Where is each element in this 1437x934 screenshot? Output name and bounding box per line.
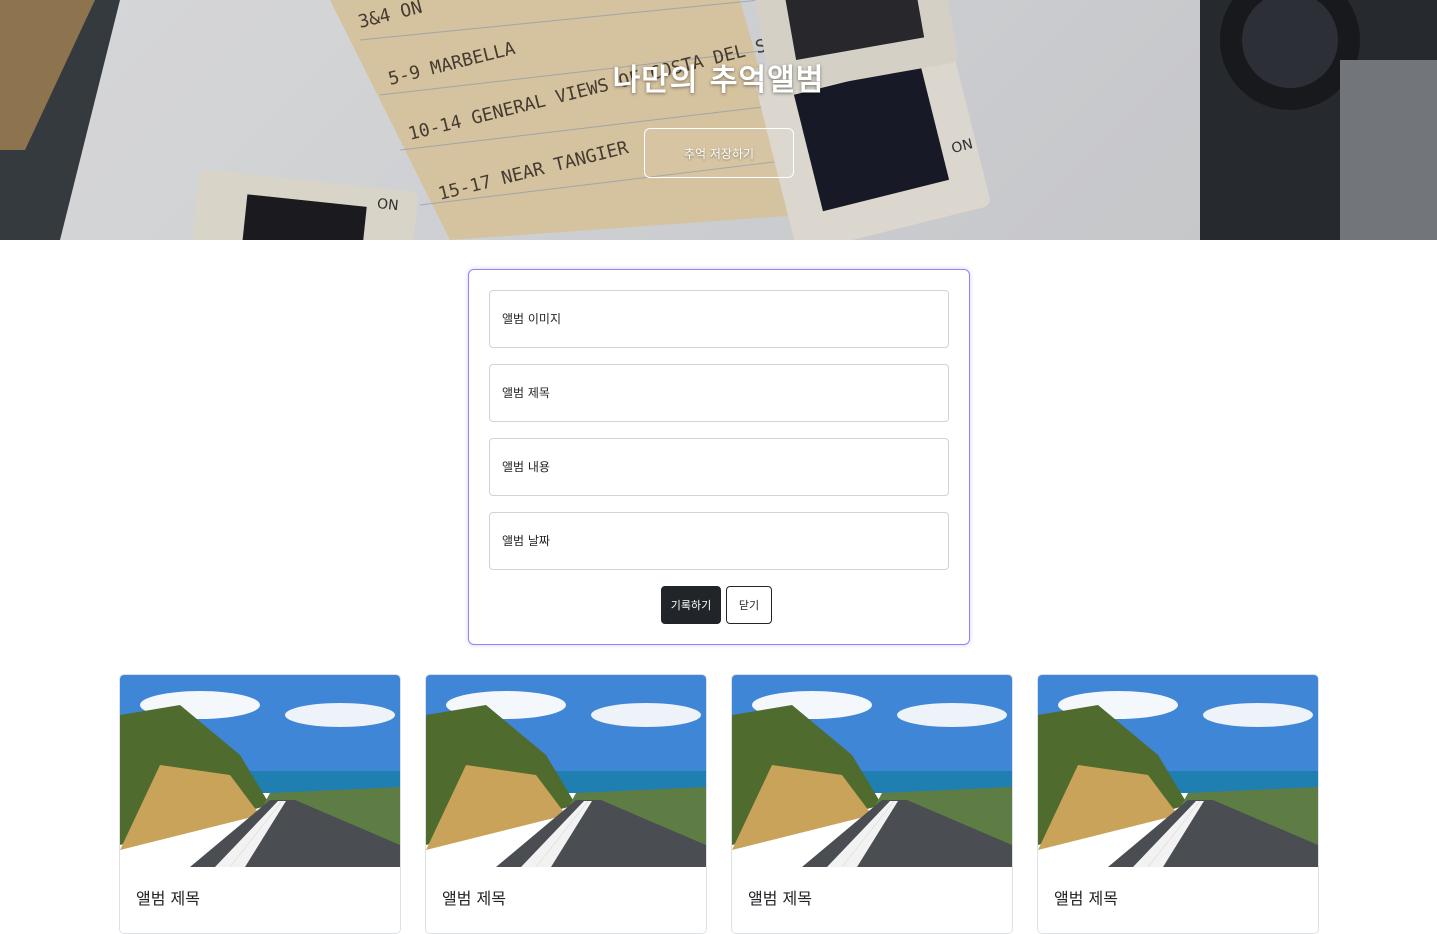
close-button[interactable]: 닫기 bbox=[726, 586, 772, 624]
album-content-input[interactable] bbox=[490, 439, 948, 495]
save-memory-button[interactable]: 추억 저장하기 bbox=[644, 128, 794, 178]
album-card-image bbox=[426, 675, 706, 867]
album-form: 기록하기 닫기 bbox=[468, 269, 970, 645]
album-content-field bbox=[489, 438, 949, 496]
submit-button[interactable]: 기록하기 bbox=[661, 586, 721, 624]
album-card-image bbox=[732, 675, 1012, 867]
album-card[interactable]: 앨범 제목 bbox=[425, 674, 707, 934]
album-date-input[interactable] bbox=[490, 513, 948, 569]
album-card[interactable]: 앨범 제목 bbox=[119, 674, 401, 934]
album-card[interactable]: 앨범 제목 bbox=[1037, 674, 1319, 934]
hero-overlay bbox=[0, 0, 1437, 240]
album-card-title: 앨범 제목 bbox=[442, 889, 506, 908]
album-card-title: 앨범 제목 bbox=[748, 889, 812, 908]
album-card-image bbox=[1038, 675, 1318, 867]
album-card-image bbox=[120, 675, 400, 867]
page-title: 나만의 추억앨범 bbox=[612, 63, 825, 98]
album-title-input[interactable] bbox=[490, 365, 948, 421]
album-title-field bbox=[489, 364, 949, 422]
album-date-field bbox=[489, 512, 949, 570]
album-card-title: 앨범 제목 bbox=[136, 889, 200, 908]
album-card-title: 앨범 제목 bbox=[1054, 889, 1118, 908]
album-card[interactable]: 앨범 제목 bbox=[731, 674, 1013, 934]
hero-banner: 3&4 ON 5-9 MARBELLA 10-14 GENERAL VIEWS … bbox=[0, 0, 1437, 240]
album-image-field bbox=[489, 290, 949, 348]
album-image-input[interactable] bbox=[490, 291, 948, 347]
